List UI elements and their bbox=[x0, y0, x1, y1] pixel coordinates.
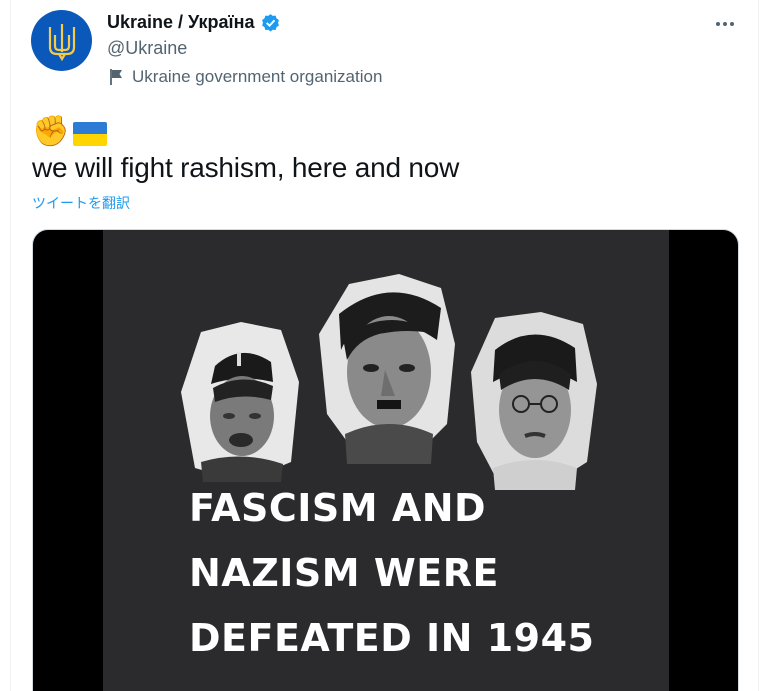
ukraine-flag-emoji bbox=[73, 122, 108, 146]
mussolini-portrait bbox=[181, 322, 303, 482]
verified-badge-icon bbox=[261, 14, 279, 32]
avatar[interactable] bbox=[31, 10, 92, 71]
affiliation-label: Ukraine government organization bbox=[108, 67, 382, 87]
headline-line: FASCISM AND bbox=[189, 486, 487, 530]
more-options-button[interactable] bbox=[708, 10, 742, 38]
hitler-portrait bbox=[319, 274, 459, 464]
media-image: FASCISM AND NAZISM WERE DEFEATED IN 1945 bbox=[103, 230, 669, 691]
raised-fist-emoji: ✊ bbox=[32, 115, 70, 148]
handle[interactable]: @Ukraine bbox=[107, 38, 187, 59]
translate-tweet-link[interactable]: ツイートを翻訳 bbox=[32, 193, 130, 213]
name-row: Ukraine / Україна bbox=[107, 12, 281, 33]
display-name[interactable]: Ukraine / Україна bbox=[107, 12, 255, 33]
tweet-media[interactable]: FASCISM AND NAZISM WERE DEFEATED IN 1945 bbox=[32, 229, 739, 691]
hirohito-portrait bbox=[471, 312, 597, 490]
flag-icon bbox=[110, 69, 122, 85]
headline-line: DEFEATED IN 1945 bbox=[189, 616, 595, 660]
media-headline: FASCISM AND NAZISM WERE DEFEATED IN 1945 bbox=[189, 476, 659, 671]
headline-line: NAZISM WERE bbox=[189, 551, 499, 595]
tweet-card[interactable]: Ukraine / Україна @Ukraine Ukraine gover… bbox=[10, 0, 759, 691]
tweet-text: we will fight rashism, here and now bbox=[32, 152, 460, 183]
trident-icon bbox=[48, 23, 75, 61]
emoji-row: ✊ bbox=[32, 115, 108, 149]
more-icon bbox=[716, 22, 734, 26]
affiliation-text: Ukraine government organization bbox=[132, 67, 383, 86]
